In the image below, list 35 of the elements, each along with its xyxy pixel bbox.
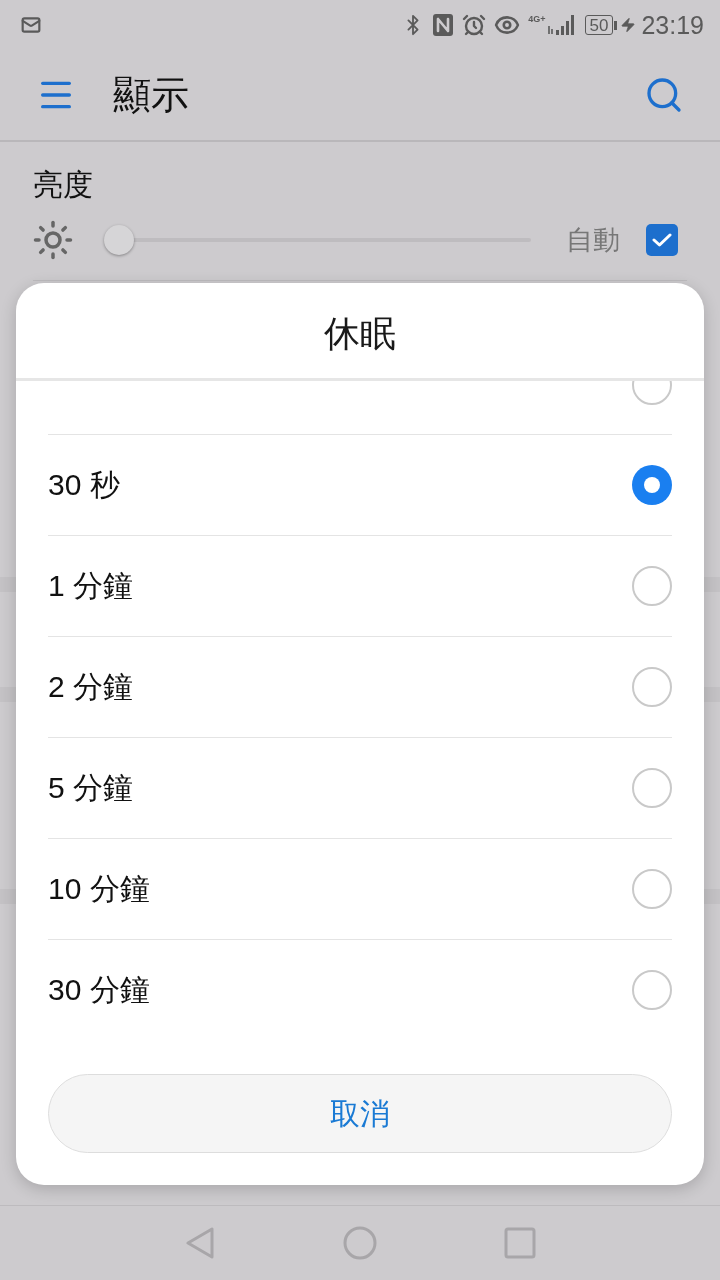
sleep-option-label[interactable]: 5 分鐘 — [48, 773, 134, 803]
sleep-option-label[interactable]: 2 分鐘 — [48, 672, 134, 702]
checkmark-icon — [652, 233, 672, 247]
home-circle-icon — [343, 1226, 377, 1260]
brightness-sun-icon — [32, 219, 74, 261]
brightness-slider-thumb[interactable] — [104, 225, 134, 255]
search-icon — [644, 75, 684, 115]
clock-time: 23:19 — [641, 12, 704, 38]
sleep-option-label[interactable]: 30 分鐘 — [48, 975, 150, 1005]
charging-icon — [620, 17, 637, 33]
sleep-option-label[interactable]: 30 秒 — [48, 470, 120, 500]
nfc-icon — [432, 13, 455, 37]
sleep-option-label[interactable]: 10 分鐘 — [48, 874, 150, 904]
recent-apps-square-icon — [504, 1227, 536, 1259]
radio-button[interactable] — [632, 667, 672, 707]
brightness-label: 亮度 — [33, 170, 93, 200]
back-triangle-icon — [185, 1227, 215, 1259]
dialog-title: 休眠 — [324, 315, 396, 352]
sleep-option-label[interactable]: 1 分鐘 — [48, 571, 134, 601]
cancel-button[interactable]: 取消 — [48, 1074, 672, 1153]
page-title: 顯示 — [113, 76, 189, 114]
radio-button[interactable] — [632, 970, 672, 1010]
auto-brightness-label: 自動 — [566, 226, 620, 254]
auto-brightness-checkbox[interactable] — [646, 224, 678, 256]
signal-strength-icon — [546, 14, 577, 36]
brightness-slider-track[interactable] — [104, 225, 531, 255]
radio-button[interactable] — [632, 465, 672, 505]
radio-button[interactable] — [632, 566, 672, 606]
battery-level: 50 — [584, 15, 614, 35]
mail-icon — [21, 15, 41, 35]
radio-button[interactable] — [632, 869, 672, 909]
alarm-clock-icon — [462, 13, 487, 37]
radio-button[interactable] — [632, 381, 672, 405]
radio-button[interactable] — [632, 768, 672, 808]
network-type-label: 4G+ — [528, 15, 546, 24]
